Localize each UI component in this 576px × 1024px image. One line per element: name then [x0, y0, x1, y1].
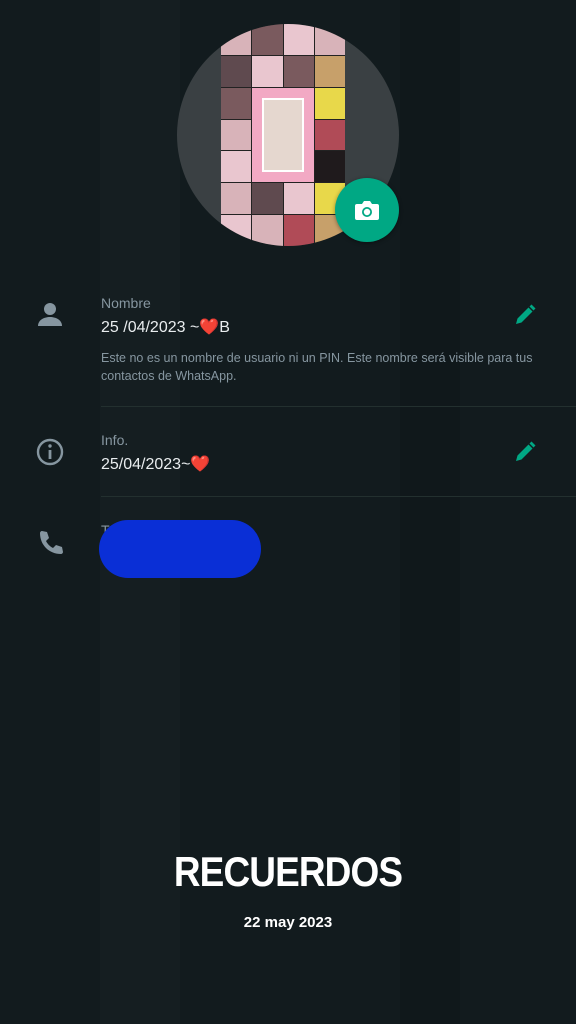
- info-value: 25/04/2023~❤️: [101, 456, 211, 473]
- memories-date: 22 may 2023: [243, 914, 333, 931]
- camera-icon: [355, 201, 379, 220]
- divider: [101, 496, 576, 497]
- person-icon: [38, 303, 62, 326]
- name-note: Este no es un nombre de usuario ni un PI…: [101, 351, 533, 383]
- photo-collage: [221, 24, 345, 246]
- change-photo-button[interactable]: [335, 178, 399, 242]
- memories-title: RECUERDOS: [173, 848, 403, 895]
- name-value: 25 /04/2023 ~❤️B: [101, 319, 230, 336]
- name-label: Nombre: [101, 295, 151, 311]
- pencil-icon[interactable]: [512, 302, 538, 328]
- phone-icon: [40, 531, 63, 554]
- info-label: Info.: [101, 432, 129, 448]
- pencil-icon[interactable]: [512, 439, 538, 465]
- divider: [101, 406, 576, 407]
- redaction-scribble: [99, 520, 261, 578]
- info-icon: [36, 438, 64, 466]
